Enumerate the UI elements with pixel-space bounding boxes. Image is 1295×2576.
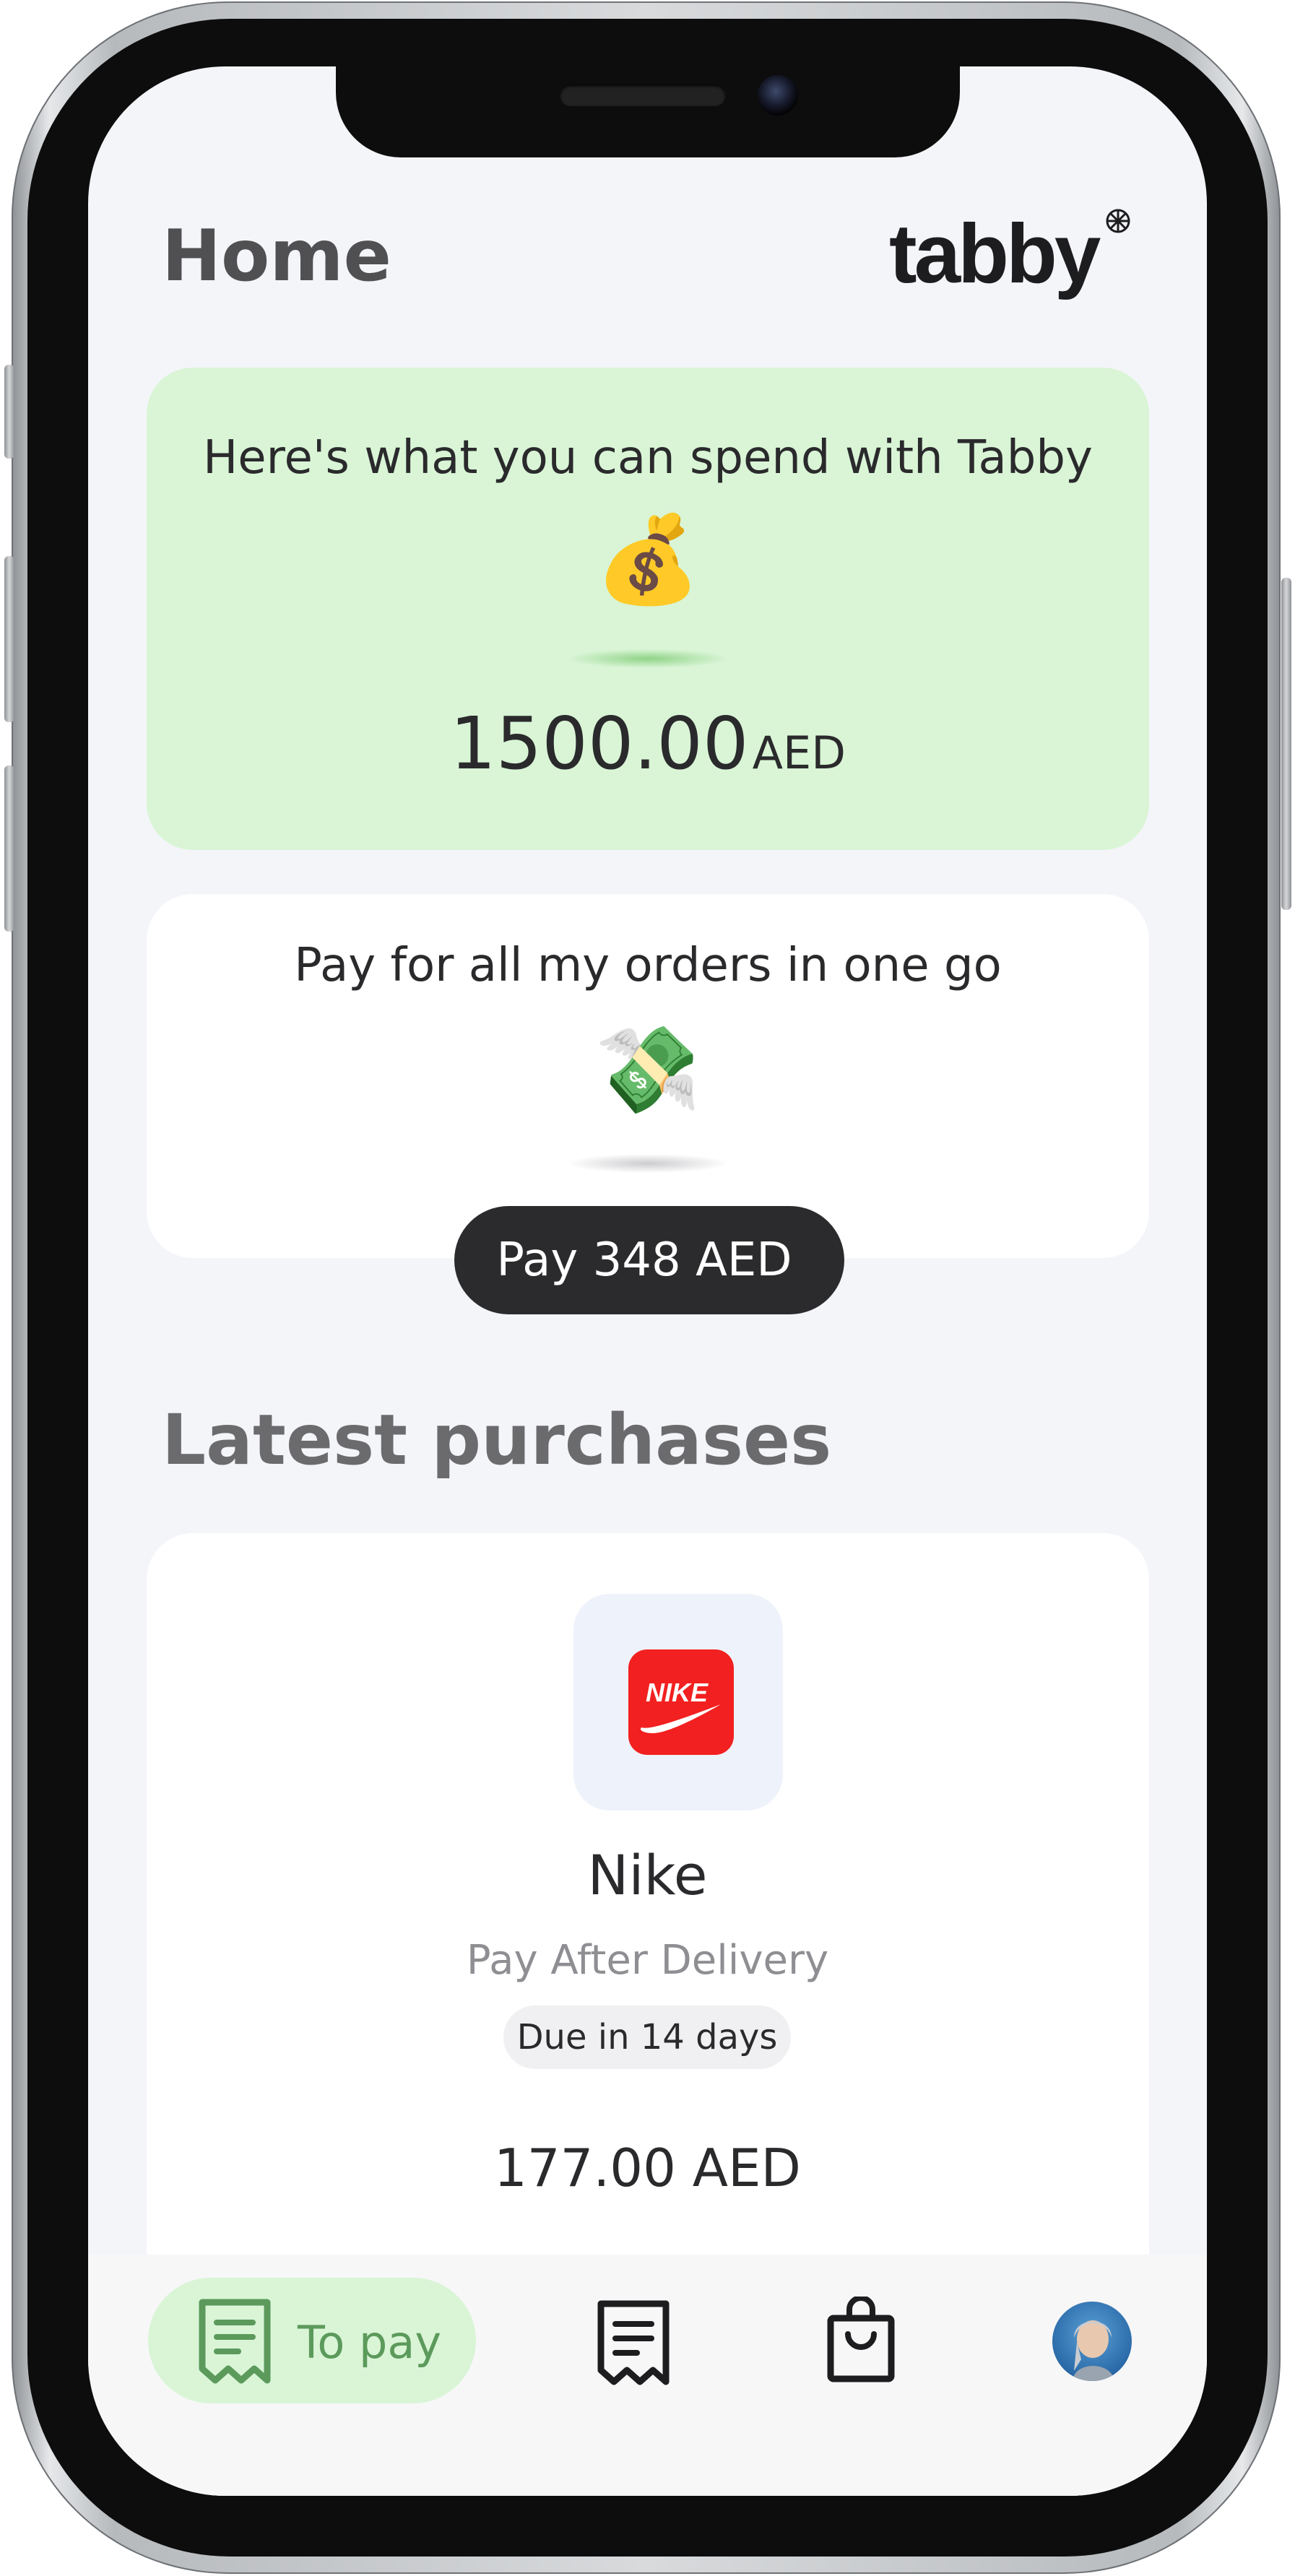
profile-avatar[interactable] (1052, 2302, 1132, 2381)
silent-switch (4, 365, 14, 459)
page-title: Home (162, 215, 391, 298)
purchase-amount: 177.00 AED (493, 2138, 801, 2198)
volume-down-button (4, 766, 14, 932)
nike-logo-text: NIKE (646, 1678, 709, 1707)
front-camera (758, 75, 798, 116)
receipt-icon[interactable] (594, 2298, 673, 2388)
pay-all-button[interactable]: Pay 348 AED (454, 1206, 844, 1314)
money-bag-icon: 💰 (594, 509, 701, 609)
power-button (1281, 578, 1291, 910)
amount-currency: AED (752, 727, 846, 779)
spending-limit-caption: Here's what you can spend with Tabby (203, 431, 1093, 485)
shopping-bag-icon[interactable] (826, 2297, 896, 2383)
speaker-grille (560, 84, 726, 106)
tabby-logo: tabby (889, 207, 1101, 300)
glow-decoration (568, 649, 727, 668)
avatar-image (1073, 2320, 1114, 2381)
volume-up-button (4, 556, 14, 722)
payment-plan: Pay After Delivery (466, 1937, 829, 1984)
tab-to-pay-label: To pay (298, 2316, 442, 2369)
merchant-name: Nike (587, 1843, 708, 1907)
nike-logo: NIKE (628, 1649, 734, 1755)
section-title: Latest purchases (162, 1400, 832, 1480)
receipt-icon (199, 2299, 271, 2384)
amount-value: 1500.00 (450, 701, 749, 786)
spending-limit-amount: 1500.00 AED (147, 701, 1149, 786)
app-screen: Home tabby Here's what you can spend wit… (88, 66, 1207, 2496)
pay-all-caption: Pay for all my orders in one go (294, 939, 1002, 992)
money-with-wings-icon: 💸 (594, 1020, 701, 1119)
nike-swoosh-icon: NIKE (640, 1678, 721, 1733)
pay-all-card: Pay for all my orders in one go 💸 (147, 894, 1149, 1258)
spending-limit-card: Here's what you can spend with Tabby 💰 1… (147, 368, 1149, 850)
shadow-decoration (568, 1154, 727, 1173)
phone-notch (336, 66, 960, 157)
due-badge: Due in 14 days (503, 2005, 791, 2069)
logo-star-icon (1106, 209, 1130, 233)
